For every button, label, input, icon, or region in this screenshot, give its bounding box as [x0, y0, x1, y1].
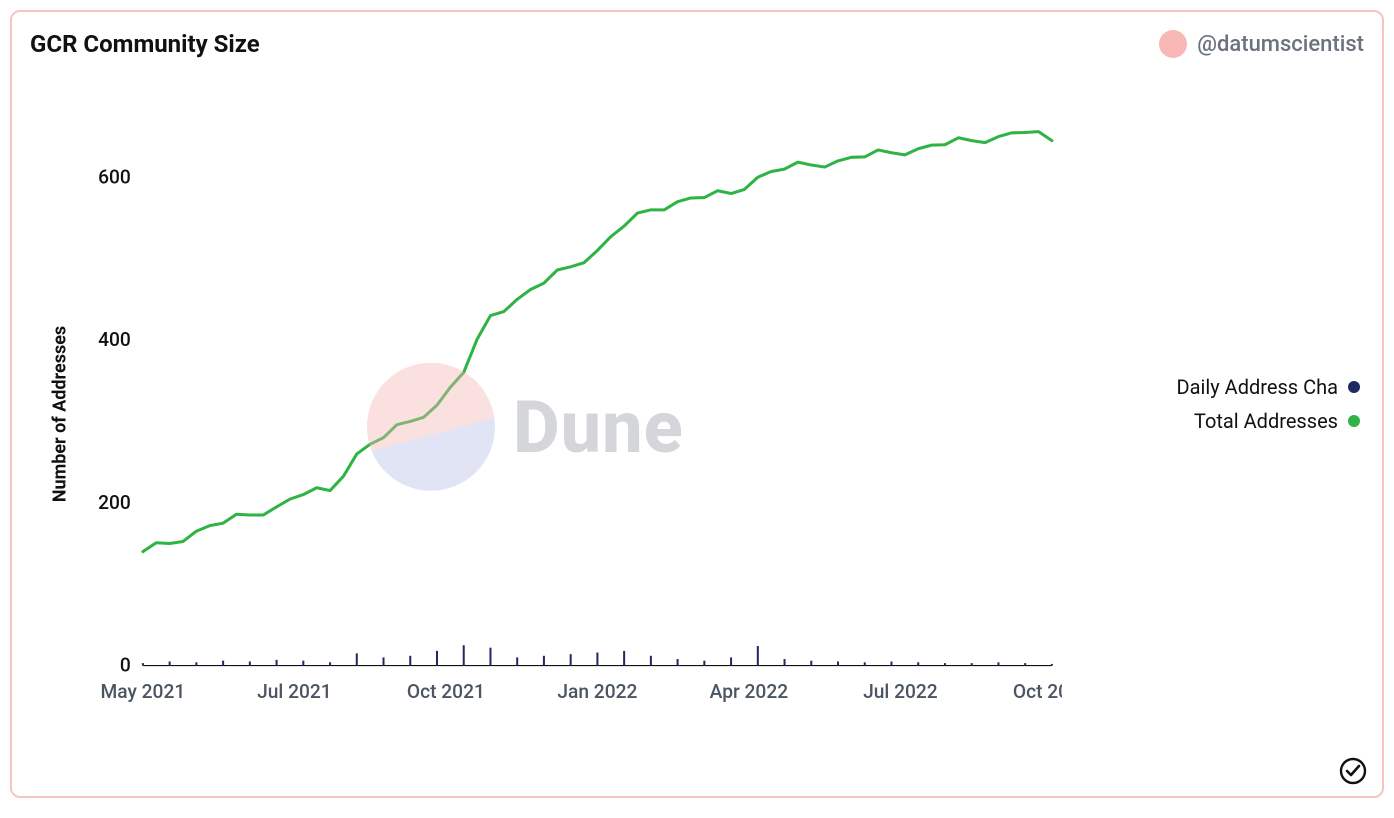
- legend-label: Daily Address Cha: [1177, 375, 1338, 399]
- svg-text:Oct 2022: Oct 2022: [1013, 680, 1062, 703]
- author-handle: @datumscientist: [1197, 32, 1364, 57]
- svg-text:May 2021: May 2021: [101, 680, 186, 703]
- legend-dot-icon: [1348, 381, 1360, 393]
- legend-label: Total Addresses: [1194, 409, 1338, 433]
- svg-text:400: 400: [98, 328, 131, 351]
- legend-dot-icon: [1348, 415, 1360, 427]
- author-badge[interactable]: @datumscientist: [1159, 30, 1364, 58]
- legend: Daily Address Cha Total Addresses: [1177, 375, 1360, 433]
- svg-text:Jan 2022: Jan 2022: [557, 680, 637, 703]
- author-avatar-icon: [1159, 30, 1187, 58]
- legend-item-daily[interactable]: Daily Address Cha: [1177, 375, 1360, 399]
- legend-item-total[interactable]: Total Addresses: [1194, 409, 1360, 433]
- svg-text:Oct 2021: Oct 2021: [407, 680, 485, 703]
- chart-area: Number of Addresses Dune 0200400600May 2…: [52, 92, 1062, 736]
- svg-text:600: 600: [98, 165, 131, 188]
- chart-title: GCR Community Size: [30, 30, 260, 58]
- svg-text:0: 0: [120, 654, 131, 677]
- y-axis-label: Number of Addresses: [50, 326, 71, 502]
- svg-text:Apr 2022: Apr 2022: [710, 680, 789, 703]
- svg-text:200: 200: [98, 491, 131, 514]
- svg-text:Jul 2021: Jul 2021: [257, 680, 332, 703]
- chart-card: GCR Community Size @datumscientist Numbe…: [10, 10, 1384, 798]
- svg-text:Jul 2022: Jul 2022: [863, 680, 938, 703]
- verified-check-icon[interactable]: [1338, 756, 1368, 786]
- chart-svg: 0 200 400 600 May 2021 Jul 2021 Oct 2021 Jan 20…: [52, 92, 1062, 736]
